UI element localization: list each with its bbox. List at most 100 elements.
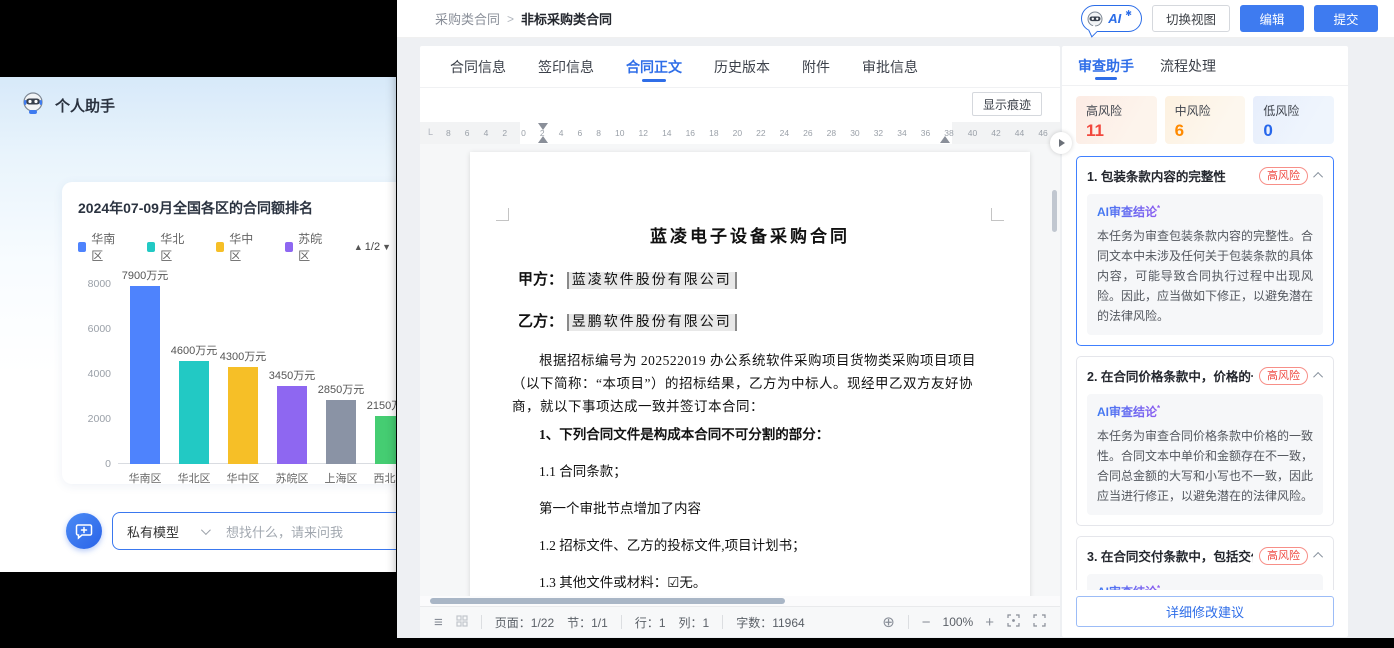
- topbar: 采购类合同 > 非标采购类合同 AI ✱ 切换视图 编辑 提交: [397, 0, 1394, 38]
- detail-suggestions-button[interactable]: 详细修改建议: [1076, 596, 1334, 627]
- ruler-number: 32: [874, 128, 883, 138]
- ruler-number: 2: [502, 128, 507, 138]
- risk-summary-card-low[interactable]: 低风险 0: [1253, 96, 1334, 144]
- bar[interactable]: [179, 361, 209, 464]
- bar[interactable]: [228, 367, 258, 464]
- tab-附件[interactable]: 附件: [802, 46, 830, 87]
- risk-summary-card-mid[interactable]: 中风险6: [1165, 96, 1246, 144]
- outline-list-icon[interactable]: ≡: [434, 615, 443, 630]
- risk-summary-label: 低风险: [1263, 102, 1324, 119]
- chevron-up-icon[interactable]: [1313, 552, 1323, 562]
- column-indicator: 列：1: [679, 614, 710, 631]
- crop-mark-left: [496, 208, 509, 221]
- indent-marker-first-line[interactable]: [538, 123, 548, 130]
- tab-流程处理[interactable]: 流程处理: [1160, 46, 1216, 85]
- horizontal-scrollbar-track[interactable]: [420, 596, 1060, 606]
- ruler[interactable]: L 86420246810121416182022242628303234363…: [420, 122, 1060, 144]
- y-axis-tick-label: 0: [78, 458, 119, 470]
- risk-summary-count: 0: [1263, 121, 1324, 141]
- switch-view-button[interactable]: 切换视图: [1152, 5, 1230, 32]
- chart-bars: 7900万元华南区4600万元华北区4300万元华中区3450万元苏皖区2850…: [122, 268, 396, 464]
- tab-审批信息[interactable]: 审批信息: [862, 46, 918, 87]
- ai-assistant-button[interactable]: AI ✱: [1081, 5, 1142, 32]
- fullscreen-icon[interactable]: [1033, 614, 1046, 630]
- statusbar-divider: [481, 615, 482, 629]
- risk-item-body: AI审查结论*本任务为审查合同交付条款中是否明确包括交付时间、交付地点、交付内容…: [1087, 574, 1323, 590]
- legend-item[interactable]: 华南区: [78, 230, 121, 264]
- chat-bubble-icon[interactable]: [66, 513, 102, 549]
- model-select-value: 私有模型: [127, 522, 179, 541]
- risk-item-title: 1. 包装条款内容的完整性: [1087, 166, 1253, 185]
- ruler-number: 18: [709, 128, 718, 138]
- bar[interactable]: [130, 286, 160, 464]
- language-globe-icon[interactable]: ⊕: [882, 615, 895, 630]
- assistant-search-input[interactable]: 私有模型 想找什么，请来问我: [112, 512, 396, 550]
- ruler-number: 26: [803, 128, 812, 138]
- risk-summary-label: 高风险: [1086, 102, 1147, 119]
- chevron-up-icon[interactable]: [1313, 372, 1323, 382]
- statusbar-divider: [722, 615, 723, 629]
- chart-legend-items: 华南区华北区华中区苏皖区: [78, 230, 354, 264]
- x-axis-category-label: 华北区: [178, 470, 211, 484]
- risk-item[interactable]: 1. 包装条款内容的完整性高风险AI审查结论*本任务为审查包装条款内容的完整性。…: [1076, 156, 1334, 346]
- tab-签印信息[interactable]: 签印信息: [538, 46, 594, 87]
- legend-item[interactable]: 苏皖区: [285, 230, 328, 264]
- panel-collapse-handle[interactable]: [1050, 132, 1072, 154]
- document-page[interactable]: 蓝凌电子设备采购合同 甲方： 蓝凌软件股份有限公司 乙方： 昱鹏软件股份有限公司…: [470, 152, 1030, 596]
- fit-page-icon[interactable]: [1007, 614, 1020, 630]
- risk-item[interactable]: 2. 在合同价格条款中，价格的一致性高风险AI审查结论*本任务为审查合同价格条款…: [1076, 356, 1334, 526]
- legend-item[interactable]: 华中区: [216, 230, 259, 264]
- show-trace-button[interactable]: 显示痕迹: [972, 92, 1042, 116]
- tab-合同信息[interactable]: 合同信息: [450, 46, 506, 87]
- risk-item[interactable]: 3. 在合同交付条款中，包括交付时间、交...高风险AI审查结论*本任务为审查合…: [1076, 536, 1334, 590]
- indent-marker-right[interactable]: [940, 136, 950, 143]
- bar-value-label: 2150万元: [367, 397, 396, 413]
- ruler-number: 30: [850, 128, 859, 138]
- model-select[interactable]: 私有模型: [127, 522, 208, 541]
- bar[interactable]: [375, 416, 396, 464]
- grid-view-icon[interactable]: [456, 615, 468, 630]
- zoom-out-button[interactable]: −: [922, 615, 931, 630]
- party-a-label: 甲方：: [518, 272, 563, 288]
- ruler-number: 4: [559, 128, 564, 138]
- risk-item-header[interactable]: 1. 包装条款内容的完整性高风险: [1077, 157, 1333, 194]
- tab-审查助手[interactable]: 审查助手: [1078, 46, 1134, 85]
- party-a-field[interactable]: 蓝凌软件股份有限公司: [567, 272, 737, 289]
- horizontal-scrollbar-thumb[interactable]: [430, 598, 785, 604]
- statusbar-divider: [908, 615, 909, 629]
- risk-item-header[interactable]: 3. 在合同交付条款中，包括交付时间、交...高风险: [1077, 537, 1333, 574]
- ruler-number: 4: [484, 128, 489, 138]
- tab-合同正文[interactable]: 合同正文: [626, 46, 682, 87]
- chevron-up-icon[interactable]: [1313, 172, 1323, 182]
- document-viewport[interactable]: 蓝凌电子设备采购合同 甲方： 蓝凌软件股份有限公司 乙方： 昱鹏软件股份有限公司…: [420, 144, 1060, 596]
- ruler-numbers: 8642024681012141618202224262830323436384…: [446, 122, 1048, 144]
- ruler-number: 44: [1015, 128, 1024, 138]
- breadcrumb-parent[interactable]: 采购类合同: [435, 9, 500, 28]
- tab-历史版本[interactable]: 历史版本: [714, 46, 770, 87]
- ruler-number: 12: [639, 128, 648, 138]
- x-axis-category-label: 苏皖区: [276, 470, 309, 484]
- legend-next-icon[interactable]: ▼: [382, 242, 391, 252]
- legend-swatch: [216, 242, 224, 252]
- risk-item-header[interactable]: 2. 在合同价格条款中，价格的一致性高风险: [1077, 357, 1333, 394]
- document-statusbar: ≡ 页面：1/22 节：1/1 行：1 列：1 字数：11964 ⊕ − 100…: [420, 606, 1060, 637]
- word-count: 字数：11964: [736, 614, 804, 631]
- edit-button[interactable]: 编辑: [1240, 5, 1304, 32]
- risk-summary-card-high[interactable]: 高风险11: [1076, 96, 1157, 144]
- collapse-arrow-icon: [1059, 139, 1065, 147]
- risk-level-badge: 高风险: [1259, 367, 1308, 385]
- indent-marker-left[interactable]: [538, 136, 548, 143]
- legend-prev-icon[interactable]: ▲: [354, 242, 363, 252]
- submit-button[interactable]: 提交: [1314, 5, 1378, 32]
- bar-value-label: 4600万元: [171, 342, 217, 358]
- bar[interactable]: [326, 400, 356, 464]
- zoom-in-button[interactable]: +: [985, 615, 994, 630]
- bar[interactable]: [277, 386, 307, 464]
- party-b-field[interactable]: 昱鹏软件股份有限公司: [567, 314, 737, 331]
- vertical-scrollbar[interactable]: [1052, 190, 1057, 232]
- risk-item-title: 2. 在合同价格条款中，价格的一致性: [1087, 366, 1253, 385]
- ruler-corner-mark: L: [428, 127, 433, 137]
- risk-summary-count: 6: [1175, 121, 1236, 141]
- bar-group: 7900万元华南区: [130, 286, 160, 464]
- legend-item[interactable]: 华北区: [147, 230, 190, 264]
